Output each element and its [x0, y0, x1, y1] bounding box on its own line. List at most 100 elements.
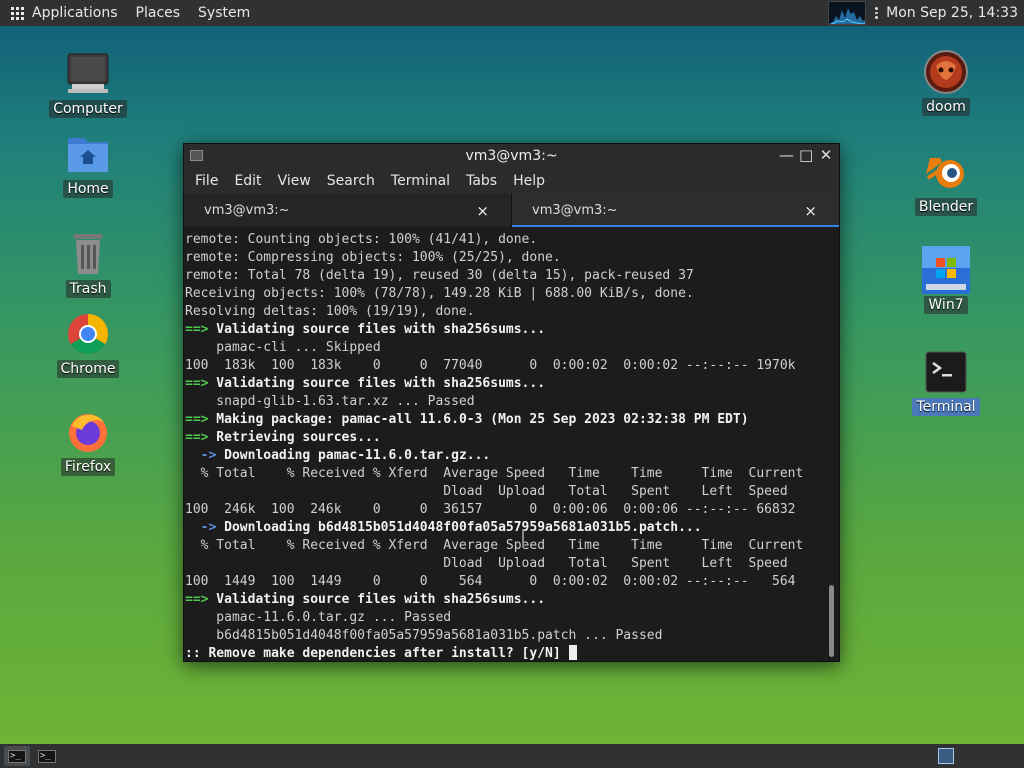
terminal-line: Resolving deltas: 100% (19/19), done.: [185, 303, 825, 321]
trash-icon: [64, 230, 112, 278]
desktop-icon-trash[interactable]: Trash: [43, 230, 133, 298]
terminal-line-text: 100 246k 100 246k 0 0 36157 0 0:00:06 0:…: [185, 502, 796, 517]
kebab-menu-icon[interactable]: [872, 7, 880, 20]
menu-help[interactable]: Help: [505, 173, 553, 189]
tab-close-icon[interactable]: ×: [476, 202, 489, 220]
prompt-arrow: ==>: [185, 412, 209, 427]
desktop-icon-computer[interactable]: Computer: [43, 50, 133, 118]
terminal-line: remote: Total 78 (delta 19), reused 30 (…: [185, 267, 825, 285]
menu-places[interactable]: Places: [127, 5, 190, 21]
close-icon[interactable]: ✕: [819, 147, 833, 163]
terminal-line-text: % Total % Received % Xferd Average Speed…: [185, 538, 804, 553]
desktop-icon-chrome[interactable]: Chrome: [43, 310, 133, 378]
menu-file[interactable]: File: [187, 173, 226, 189]
terminal-tab-1[interactable]: vm3@vm3:~ ×: [184, 194, 511, 227]
terminal-line-text: Validating source files with sha256sums.…: [208, 592, 546, 607]
menu-system[interactable]: System: [189, 5, 259, 21]
prompt-arrow: ->: [185, 520, 217, 535]
tab-label: vm3@vm3:~: [532, 203, 618, 218]
desktop-icon-label: Blender: [914, 198, 978, 216]
terminal-line-text: pamac-cli ... Skipped: [185, 340, 381, 355]
terminal-line: Receiving objects: 100% (78/78), 149.28 …: [185, 285, 825, 303]
windows7-icon: [922, 246, 970, 294]
terminal-line: 100 246k 100 246k 0 0 36157 0 0:00:06 0:…: [185, 501, 825, 519]
terminal-line-text: remote: Compressing objects: 100% (25/25…: [185, 250, 561, 265]
terminal-line-text: remote: Counting objects: 100% (41/41), …: [185, 232, 538, 247]
terminal-scrollbar[interactable]: [825, 228, 839, 661]
terminal-line: Dload Upload Total Spent Left Speed: [185, 483, 825, 501]
window-titlebar[interactable]: vm3@vm3:~ — □ ✕: [184, 144, 839, 168]
menu-view[interactable]: View: [270, 173, 319, 189]
terminal-icon: >_: [38, 749, 56, 763]
prompt-arrow: ==>: [185, 430, 209, 445]
desktop-icon-label: Chrome: [56, 360, 120, 378]
terminal-line-text: Making package: pamac-all 11.6.0-3 (Mon …: [208, 412, 749, 427]
desktop-icon-label: Computer: [49, 100, 127, 118]
scrollbar-thumb[interactable]: [829, 585, 834, 657]
prompt-arrow: ==>: [185, 322, 209, 337]
maximize-icon[interactable]: □: [799, 147, 813, 163]
apps-grid-icon: [11, 6, 24, 20]
menu-terminal[interactable]: Terminal: [383, 173, 458, 189]
terminal-line: pamac-11.6.0.tar.gz ... Passed: [185, 609, 825, 627]
menu-edit[interactable]: Edit: [226, 173, 269, 189]
terminal-icon: [922, 348, 970, 396]
terminal-line: snapd-glib-1.63.tar.xz ... Passed: [185, 393, 825, 411]
terminal-window-icon[interactable]: [190, 150, 203, 161]
prompt-arrow: ==>: [185, 376, 209, 391]
terminal-line-text: pamac-11.6.0.tar.gz ... Passed: [185, 610, 452, 625]
terminal-line-text: 100 1449 100 1449 0 0 564 0 0:00:02 0:00…: [185, 574, 796, 589]
computer-icon: [64, 50, 112, 98]
blender-icon: [922, 148, 970, 196]
prompt-arrow: ==>: [185, 592, 209, 607]
firefox-icon: [64, 408, 112, 456]
window-title: vm3@vm3:~: [465, 148, 558, 164]
terminal-line-text: remote: Total 78 (delta 19), reused 30 (…: [185, 268, 694, 283]
menu-search[interactable]: Search: [319, 173, 383, 189]
doom-icon: [922, 48, 970, 96]
workspace-switcher[interactable]: [938, 748, 954, 764]
menu-tabs[interactable]: Tabs: [458, 173, 505, 189]
tab-label: vm3@vm3:~: [204, 203, 290, 218]
terminal-line-text: 100 183k 100 183k 0 0 77040 0 0:00:02 0:…: [185, 358, 796, 373]
terminal-line: % Total % Received % Xferd Average Speed…: [185, 465, 825, 483]
terminal-output[interactable]: remote: Counting objects: 100% (41/41), …: [184, 228, 825, 661]
desktop-icon-label: doom: [922, 98, 970, 116]
terminal-line-text: snapd-glib-1.63.tar.xz ... Passed: [185, 394, 475, 409]
desktop-icon-label: Terminal: [912, 398, 980, 416]
bottom-panel: >_ >_: [0, 744, 1024, 768]
terminal-line: remote: Compressing objects: 100% (25/25…: [185, 249, 825, 267]
tab-close-icon[interactable]: ×: [804, 202, 817, 220]
desktop-icon-win7[interactable]: Win7: [901, 246, 991, 314]
terminal-line-text: Receiving objects: 100% (78/78), 149.28 …: [185, 286, 694, 301]
terminal-line: 100 183k 100 183k 0 0 77040 0 0:00:02 0:…: [185, 357, 825, 375]
terminal-line-text: Validating source files with sha256sums.…: [208, 322, 546, 337]
desktop-icon-label: Win7: [924, 296, 968, 314]
terminal-menubar: File Edit View Search Terminal Tabs Help: [184, 168, 839, 194]
terminal-tab-2[interactable]: vm3@vm3:~ ×: [511, 194, 839, 227]
desktop-icon-label: Firefox: [60, 458, 116, 476]
desktop-icon-terminal[interactable]: Terminal: [901, 348, 991, 416]
terminal-line-text: Dload Upload Total Spent Left Speed: [185, 484, 788, 499]
terminal-icon: >_: [8, 749, 26, 763]
desktop-icon-blender[interactable]: Blender: [901, 148, 991, 216]
taskbar-terminal-button[interactable]: >_: [4, 746, 30, 766]
terminal-line: pamac-cli ... Skipped: [185, 339, 825, 357]
minimize-icon[interactable]: —: [779, 147, 794, 163]
terminal-line: 100 1449 100 1449 0 0 564 0 0:00:02 0:00…: [185, 573, 825, 591]
terminal-line: -> Downloading b6d4815b051d4048f00fa05a5…: [185, 519, 825, 537]
terminal-line-text: % Total % Received % Xferd Average Speed…: [185, 466, 804, 481]
terminal-window[interactable]: vm3@vm3:~ — □ ✕ File Edit View Search Te…: [183, 143, 840, 662]
terminal-line: -> Downloading pamac-11.6.0.tar.gz...: [185, 447, 825, 465]
clock[interactable]: Mon Sep 25, 14:33: [886, 5, 1024, 21]
desktop-icon-label: Trash: [65, 280, 111, 298]
desktop-icon-doom[interactable]: doom: [901, 48, 991, 116]
desktop-icon-firefox[interactable]: Firefox: [43, 408, 133, 476]
prompt-arrow: ->: [185, 448, 217, 463]
menu-applications[interactable]: Applications: [32, 5, 127, 21]
applications-menu[interactable]: Applications: [0, 5, 127, 21]
terminal-line: ==> Making package: pamac-all 11.6.0-3 (…: [185, 411, 825, 429]
desktop-icon-home[interactable]: Home: [43, 130, 133, 198]
taskbar-terminal-button-2[interactable]: >_: [34, 746, 60, 766]
system-monitor-graph[interactable]: [828, 1, 867, 25]
